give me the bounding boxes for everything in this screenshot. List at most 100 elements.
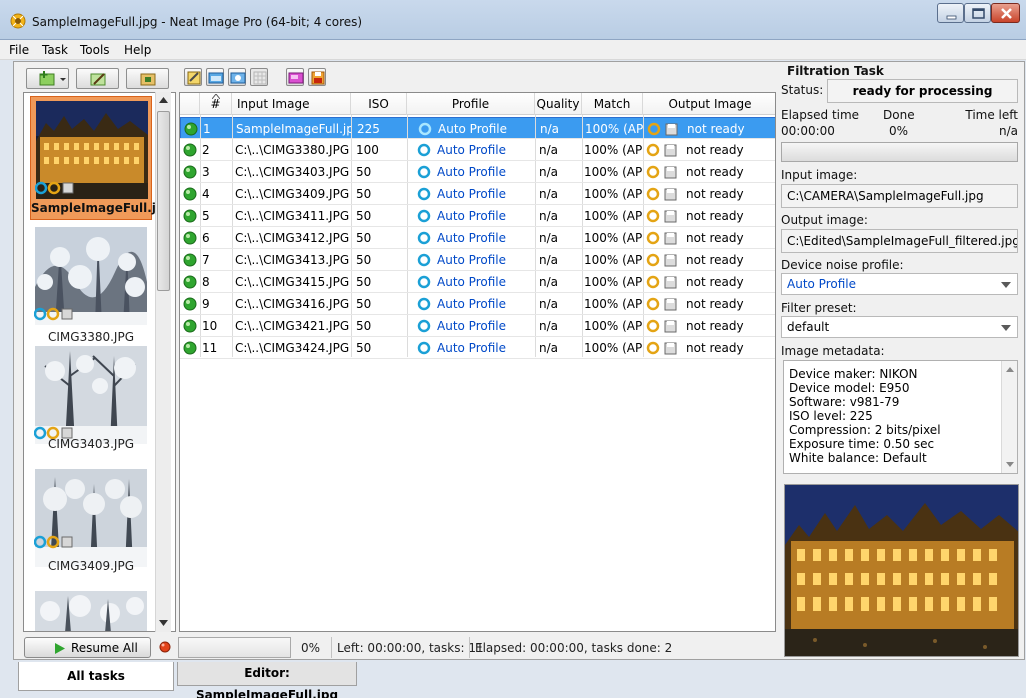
thumbnail-label: CIMG3409.JPG	[48, 559, 134, 573]
output-status-icon	[646, 253, 677, 267]
edit-icon	[90, 73, 106, 86]
cell-iso: 50	[356, 209, 372, 223]
cell-num: 9	[202, 297, 210, 311]
edit-image-button[interactable]	[76, 68, 119, 89]
minimize-button[interactable]	[937, 3, 964, 23]
task-ready-icon	[184, 122, 198, 136]
menu-file[interactable]: File	[9, 43, 29, 57]
scroll-down-icon[interactable]	[1006, 462, 1014, 467]
tab-editor[interactable]: Editor: SampleImageFull.jpg	[177, 662, 357, 698]
header-input-image[interactable]: Input Image	[232, 93, 351, 115]
table-row[interactable]: 9 C:\..\CIMG3416.JPG 50 Auto Profile n/a 100%…	[180, 293, 775, 315]
input-image-field[interactable]: C:\CAMERA\SampleImageFull.jpg	[781, 184, 1018, 208]
thumbnail-item[interactable]: SampleImageFull.j...	[30, 96, 170, 220]
row-line	[180, 226, 775, 227]
cell-output: not ready	[686, 231, 744, 245]
cell-match: 100% (AP)	[584, 187, 642, 201]
thumbnail-item[interactable]: CIMG3409.JPG	[30, 469, 152, 587]
row-line	[180, 160, 775, 161]
menu-help[interactable]: Help	[124, 43, 151, 57]
remove-image-button[interactable]	[126, 68, 169, 89]
thumbnail-item[interactable]: CIMG3380.JPG	[30, 227, 152, 345]
header-match[interactable]: Match	[582, 93, 643, 115]
done-label: Done	[883, 108, 915, 122]
scroll-up-icon[interactable]	[159, 97, 168, 103]
metadata-line: Device maker: NIKON	[789, 367, 918, 381]
cell-iso: 50	[356, 165, 372, 179]
cell-profile: Auto Profile	[437, 319, 506, 333]
table-row[interactable]: 11 C:\..\CIMG3424.JPG 50 Auto Profile n/a 100…	[180, 337, 775, 359]
task-properties-button[interactable]	[184, 68, 202, 86]
tab-all-tasks[interactable]: All tasks	[18, 662, 174, 691]
profile-icon	[230, 72, 246, 84]
metadata-scrollbar[interactable]	[1001, 361, 1017, 473]
menu-bar: File Task Tools Help	[0, 40, 1026, 60]
cell-output: not ready	[686, 253, 744, 267]
thumbnail-item[interactable]: CIMG3403.JPG	[30, 346, 152, 464]
grid-line	[643, 115, 644, 357]
table-row[interactable]: 2 C:\..\CIMG3380.JPG 100 Auto Profile n/a 100…	[180, 139, 775, 161]
header-status[interactable]	[180, 93, 200, 115]
grid-line	[232, 115, 233, 357]
filter-icon	[288, 72, 304, 84]
task-progress-bar	[781, 142, 1018, 162]
close-icon	[1001, 8, 1012, 19]
header-profile[interactable]: Profile	[407, 93, 535, 115]
scroll-down-icon[interactable]	[159, 620, 168, 626]
app-logo-icon	[10, 13, 26, 29]
save-output-button[interactable]	[308, 68, 326, 86]
add-images-button[interactable]	[26, 68, 69, 89]
table-row[interactable]: 5 C:\..\CIMG3411.JPG 50 Auto Profile n/a 100%…	[180, 205, 775, 227]
header-iso[interactable]: ISO	[351, 93, 407, 115]
table-view-button[interactable]	[250, 68, 268, 86]
table-row[interactable]: 6 C:\..\CIMG3412.JPG 50 Auto Profile n/a 100%…	[180, 227, 775, 249]
stop-indicator-icon[interactable]	[159, 641, 171, 653]
thumbnail-item[interactable]	[30, 591, 152, 631]
cell-profile: Auto Profile	[437, 165, 506, 179]
cell-input: C:\..\CIMG3415.JPG	[235, 275, 350, 289]
add-image-icon	[39, 71, 66, 86]
table-row[interactable]: 4 C:\..\CIMG3409.JPG 50 Auto Profile n/a 100%…	[180, 183, 775, 205]
output-image-field[interactable]: C:\Edited\SampleImageFull_filtered.jpg	[781, 229, 1018, 253]
cell-iso: 50	[356, 297, 372, 311]
header-number[interactable]: #	[200, 93, 232, 115]
cell-iso: 100	[356, 143, 379, 157]
row-line	[180, 204, 775, 205]
close-button[interactable]	[991, 3, 1020, 23]
task-ready-icon	[183, 187, 197, 201]
row-line	[180, 248, 775, 249]
open-task-button[interactable]	[206, 68, 224, 86]
cell-num: 1	[203, 122, 211, 136]
table-row[interactable]: 3 C:\..\CIMG3403.JPG 50 Auto Profile n/a 100%…	[180, 161, 775, 183]
cell-profile: Auto Profile	[437, 297, 506, 311]
noise-profile-dropdown[interactable]: Auto Profile	[781, 273, 1018, 295]
header-output-image[interactable]: Output Image	[643, 93, 775, 115]
menu-task[interactable]: Task	[42, 43, 68, 57]
profile-icon	[418, 122, 432, 136]
menu-tools[interactable]: Tools	[80, 43, 110, 57]
output-status-icon	[647, 122, 678, 136]
cell-output: not ready	[686, 143, 744, 157]
table-row[interactable]: 7 C:\..\CIMG3413.JPG 50 Auto Profile n/a 100%…	[180, 249, 775, 271]
table-row[interactable]: 8 C:\..\CIMG3415.JPG 50 Auto Profile n/a 100%…	[180, 271, 775, 293]
thumbnail-panel[interactable]: SampleImageFull.j... CIMG3380.JPG CIMG34…	[23, 92, 176, 632]
resume-all-button[interactable]: Resume All	[24, 637, 151, 658]
thumbnail-scroll-thumb[interactable]	[157, 111, 170, 291]
filter-options-button[interactable]	[286, 68, 304, 86]
table-row[interactable]: 10 C:\..\CIMG3421.JPG 50 Auto Profile n/a 100…	[180, 315, 775, 337]
cell-match: 100% (AP)	[584, 165, 642, 179]
table-row[interactable]: 1 SampleImageFull.jpg 225 Auto Profile n/a 10…	[180, 117, 775, 139]
time-left-label: Time left	[965, 108, 1018, 122]
maximize-button[interactable]	[964, 3, 991, 23]
scroll-up-icon[interactable]	[1006, 367, 1014, 372]
metadata-line: ISO level: 225	[789, 409, 873, 423]
header-quality[interactable]: Quality	[535, 93, 582, 115]
profile-task-button[interactable]	[228, 68, 246, 86]
filter-preset-dropdown[interactable]: default	[781, 316, 1018, 338]
cell-num: 3	[202, 165, 210, 179]
panel-title: Filtration Task	[787, 64, 884, 78]
cell-input: C:\..\CIMG3403.JPG	[235, 165, 350, 179]
image-metadata-box[interactable]: Device maker: NIKON Device model: E950 S…	[783, 360, 1018, 474]
profile-icon	[417, 275, 431, 289]
cell-profile: Auto Profile	[437, 275, 506, 289]
